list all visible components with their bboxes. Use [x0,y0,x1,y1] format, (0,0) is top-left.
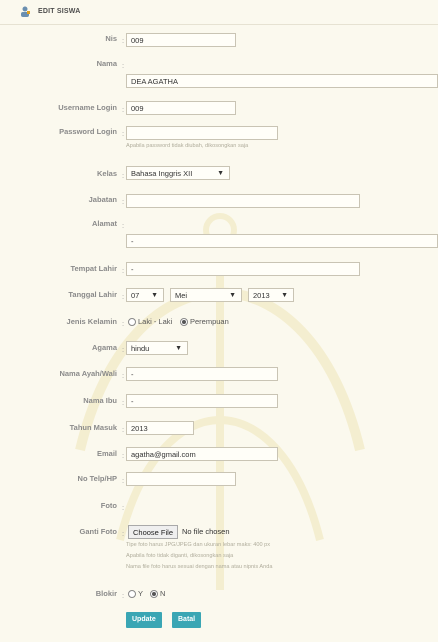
gender-option-perempuan: Perempuan [190,317,229,326]
no-telp-input[interactable] [126,472,236,486]
kelas-label: Kelas [96,169,117,178]
tahun-masuk-input[interactable]: 2013 [126,421,194,435]
foto-hint: Apabila foto tidak diganti, dikosongkan … [126,553,234,559]
nis-label: Nis [105,34,117,43]
colon: : [122,221,125,230]
colon: : [122,591,125,600]
radio-checked-icon [180,318,188,327]
choose-file-button[interactable]: Choose File [128,525,179,539]
colon: : [122,476,125,485]
foto-hint: Tipe foto harus JPG/JPEG dan ukuran leba… [126,542,271,548]
nama-ibu-input[interactable]: - [126,394,278,408]
jabatan-label: Jabatan [88,195,117,204]
chevron-down-icon: ▼ [281,292,288,299]
colon: : [122,503,125,512]
colon: : [122,129,125,138]
jenis-kelamin-label: Jenis Kelamin [66,317,117,326]
foto-hint: Nama file foto harus sesuai dengan nama … [126,564,273,570]
alamat-label: Alamat [91,219,117,228]
colon: : [122,319,125,328]
day-value: 07 [131,291,140,300]
nama-ibu-label: Nama Ibu [83,396,117,405]
gender-radio-perempuan[interactable]: Perempuan [180,317,229,327]
username-input[interactable]: 009 [126,101,236,115]
no-telp-label: No Telp/HP [77,474,117,483]
colon: : [122,451,125,460]
colon: : [122,266,125,275]
chevron-down-icon: ▼ [151,292,158,299]
page-title: EDIT SISWA [38,8,81,15]
ganti-foto-label: Ganti Foto [79,527,118,536]
chevron-down-icon: ▼ [175,345,182,352]
agama-value: hindu [131,344,150,353]
blokir-option-n: N [160,589,166,598]
update-button[interactable]: Update [126,612,162,628]
agama-label: Agama [91,343,117,352]
year-value: 2013 [253,291,270,300]
batal-button[interactable]: Batal [172,612,202,628]
edit-siswa-page: EDIT SISWA Nis : 009 Nama : DEA AGATHA U… [0,0,438,642]
chevron-down-icon: ▼ [229,292,236,299]
colon: : [122,61,125,70]
year-select[interactable]: 2013 ▼ [248,288,294,302]
nama-label: Nama [96,59,117,68]
colon: : [122,105,125,114]
email-label: Email [96,449,117,458]
user-edit-icon [21,6,30,17]
colon: : [122,345,125,354]
nama-input[interactable]: DEA AGATHA [126,74,438,88]
nama-ayah-label: Nama Ayah/Wali [59,369,117,378]
radio-checked-icon [150,590,158,599]
agama-select[interactable]: hindu ▼ [126,341,188,355]
file-status: No file chosen [182,527,230,536]
foto-label: Foto [100,501,117,510]
blokir-radio-y[interactable]: Y [128,589,144,599]
colon: : [122,36,125,45]
tempat-lahir-input[interactable]: - [126,262,360,276]
colon: : [122,292,125,301]
colon: : [122,425,125,434]
chevron-down-icon: ▼ [217,170,224,177]
colon: : [122,529,125,538]
password-hint: Apabila password tidak diubah, dikosongk… [126,143,249,149]
password-label: Password Login [59,127,117,136]
nama-ayah-input[interactable]: - [126,367,278,381]
username-label: Username Login [58,103,117,112]
password-input[interactable] [126,126,278,140]
tempat-lahir-label: Tempat Lahir [70,264,117,273]
tanggal-lahir-label: Tanggal Lahir [68,290,117,299]
blokir-option-y: Y [138,589,144,598]
colon: : [122,171,125,180]
radio-unchecked-icon [128,318,136,327]
radio-unchecked-icon [128,590,136,599]
blokir-radio-n[interactable]: N [150,589,166,599]
month-select[interactable]: Mei ▼ [170,288,242,302]
month-value: Mei [175,291,188,300]
kelas-value: Bahasa Inggris XII [131,169,193,178]
email-input[interactable]: agatha@gmail.com [126,447,278,461]
day-select[interactable]: 07 ▼ [126,288,164,302]
tahun-masuk-label: Tahun Masuk [69,423,117,432]
colon: : [122,197,125,206]
page-header: EDIT SISWA [0,0,438,25]
alamat-input[interactable]: - [126,234,438,248]
jabatan-input[interactable] [126,194,360,208]
kelas-select[interactable]: Bahasa Inggris XII ▼ [126,166,230,180]
gender-option-laki: Laki - Laki [138,317,173,326]
colon: : [122,398,125,407]
blokir-label: Blokir [95,589,117,598]
colon: : [122,371,125,380]
nis-input[interactable]: 009 [126,33,236,47]
gender-radio-laki[interactable]: Laki - Laki [128,317,173,327]
